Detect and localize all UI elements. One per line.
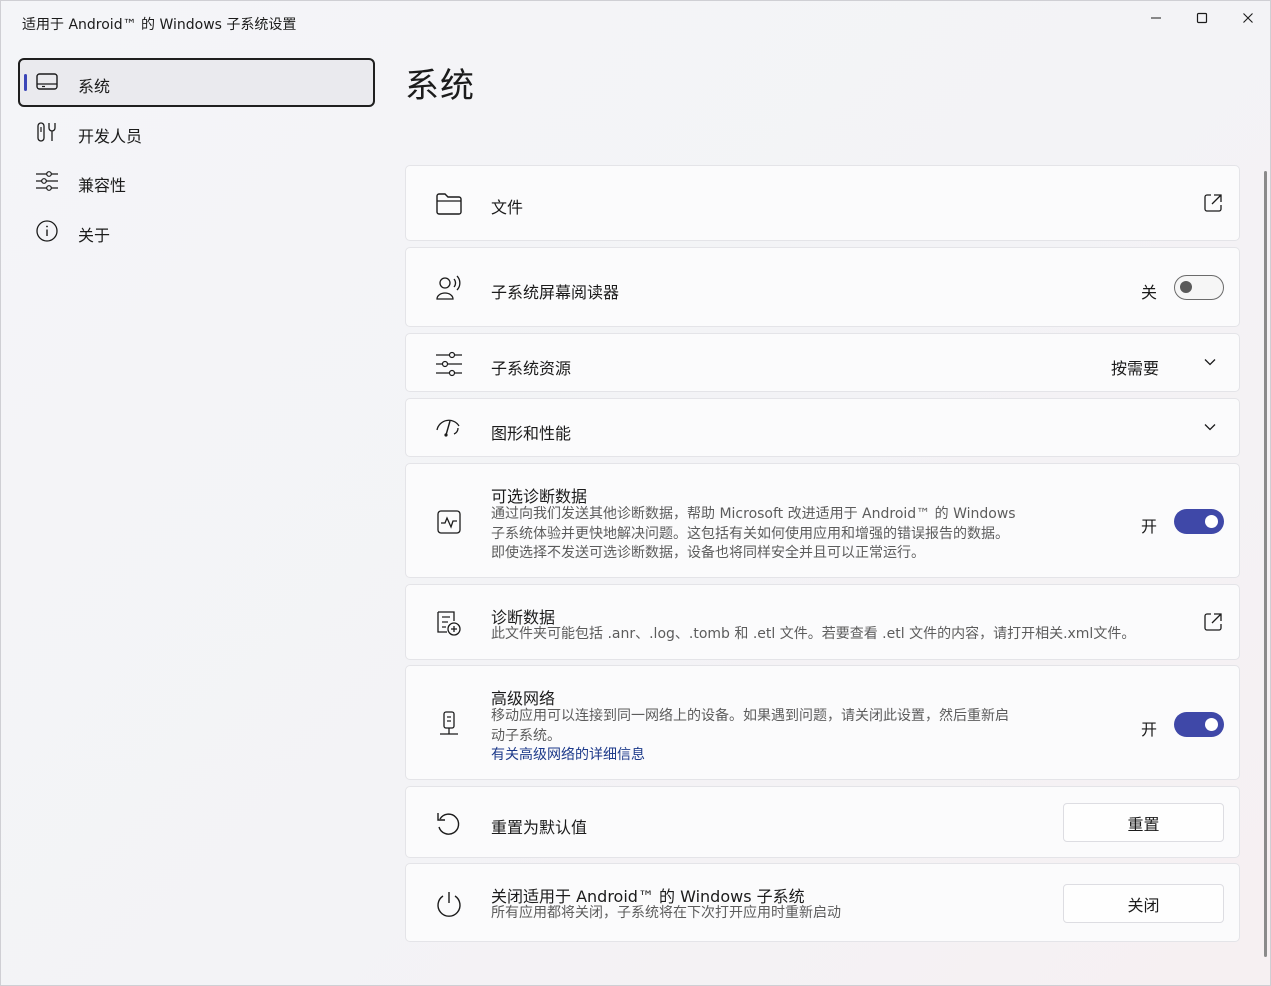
description-line: 通过向我们发送其他诊断数据，帮助 Microsoft 改进适用于 Android… <box>491 506 1016 522</box>
sidebar-item-system[interactable]: 系统 <box>18 58 375 107</box>
graphics-performance-title: 图形和性能 <box>491 424 572 443</box>
description-line: 即使选择不发送可选诊断数据，设备也将同样安全并且可以正常运行。 <box>491 545 925 561</box>
advanced-network-toggle[interactable] <box>1174 712 1224 737</box>
advanced-network-card: 高级网络 移动应用可以连接到同一网络上的设备。如果遇到问题，请关闭此设置，然后重… <box>405 665 1240 780</box>
shutdown-button[interactable]: 关闭 <box>1063 884 1224 923</box>
files-card[interactable]: 文件 <box>405 165 1240 241</box>
subsystem-resources-value[interactable]: 按需要 <box>1111 355 1159 379</box>
page-title: 系统 <box>405 66 475 106</box>
subsystem-resources-title: 子系统资源 <box>491 359 572 378</box>
toggle-knob <box>1205 515 1218 528</box>
close-button[interactable] <box>1225 1 1271 35</box>
description-line: 子系统体验并更快地解决问题。这包括有关如何使用应用和增强的错误报告的数据。 <box>491 525 1009 542</box>
screen-reader-title: 子系统屏幕阅读器 <box>491 283 620 302</box>
toggle-knob <box>1205 718 1218 731</box>
advanced-network-learn-more-link[interactable]: 有关高级网络的详细信息 <box>491 746 1051 766</box>
sidebar-item-label: 关于 <box>78 225 111 245</box>
sidebar-item-about[interactable]: 关于 <box>18 207 375 256</box>
sidebar-item-developer[interactable]: 开发人员 <box>18 108 375 157</box>
network-icon <box>440 711 458 735</box>
diagnostic-data-card[interactable]: 诊断数据 此文件夹可能包括 .anr、.log、.tomb 和 .etl 文件。… <box>405 584 1240 660</box>
files-title: 文件 <box>491 198 524 217</box>
screen-reader-icon <box>436 275 461 300</box>
open-external-icon[interactable] <box>1202 611 1224 633</box>
maximize-button[interactable] <box>1179 1 1225 35</box>
shutdown-card: 关闭适用于 Android™ 的 Windows 子系统 所有应用都将关闭，子系… <box>405 863 1240 942</box>
diagnostic-data-description: 此文件夹可能包括 .anr、.log、.tomb 和 .etl 文件。若要查看 … <box>491 626 1136 642</box>
sidebar-nav: 系统 开发人员 兼容性 关于 <box>18 58 375 256</box>
sidebar-item-compatibility[interactable]: 兼容性 <box>18 157 375 206</box>
diagnostic-data-icon <box>437 611 461 636</box>
chevron-down-icon[interactable] <box>1203 420 1217 434</box>
reset-card: 重置为默认值 重置 <box>405 786 1240 858</box>
performance-icon <box>436 419 460 437</box>
advanced-network-title: 高级网络 <box>491 689 556 708</box>
screen-reader-state: 关 <box>1141 283 1158 302</box>
screen-reader-card: 子系统屏幕阅读器 关 <box>405 247 1240 327</box>
advanced-network-state: 开 <box>1141 720 1158 739</box>
developer-tools-icon <box>37 121 56 142</box>
description-line: 动子系统。 <box>491 727 561 744</box>
settings-window: 适用于 Android™ 的 Windows 子系统设置 系统 开发人员 兼容性… <box>0 0 1271 986</box>
display-icon <box>36 73 58 90</box>
selection-indicator <box>24 74 27 91</box>
subsystem-resources-card[interactable]: 子系统资源 按需要 <box>405 333 1240 392</box>
scrollbar[interactable] <box>1264 171 1267 957</box>
window-title: 适用于 Android™ 的 Windows 子系统设置 <box>22 17 297 33</box>
advanced-network-description: 移动应用可以连接到同一网络上的设备。如果遇到问题，请关闭此设置，然后重新启 动子… <box>491 707 1051 766</box>
reset-icon <box>437 813 460 835</box>
sliders-icon <box>436 351 462 377</box>
minimize-button[interactable] <box>1133 1 1179 35</box>
optional-diagnostics-description: 通过向我们发送其他诊断数据，帮助 Microsoft 改进适用于 Android… <box>491 505 1061 564</box>
reset-button[interactable]: 重置 <box>1063 803 1224 842</box>
power-icon <box>437 892 461 917</box>
sliders-icon <box>36 171 58 191</box>
toggle-knob <box>1180 281 1192 293</box>
minimize-icon <box>1151 17 1161 19</box>
folder-icon <box>436 193 462 215</box>
sidebar-item-label: 系统 <box>78 77 111 96</box>
activity-icon <box>437 510 461 534</box>
reset-title: 重置为默认值 <box>491 818 588 837</box>
close-icon <box>1243 13 1253 23</box>
maximize-icon <box>1196 12 1208 24</box>
graphics-performance-card[interactable]: 图形和性能 <box>405 398 1240 457</box>
info-icon <box>36 219 58 242</box>
optional-diagnostics-title: 可选诊断数据 <box>491 487 588 506</box>
sidebar-item-label: 兼容性 <box>78 176 127 195</box>
optional-diagnostics-card: 可选诊断数据 通过向我们发送其他诊断数据，帮助 Microsoft 改进适用于 … <box>405 463 1240 578</box>
description-line: 移动应用可以连接到同一网络上的设备。如果遇到问题，请关闭此设置，然后重新启 <box>491 708 1009 724</box>
sidebar-item-label: 开发人员 <box>78 126 143 146</box>
screen-reader-toggle[interactable] <box>1174 275 1224 300</box>
optional-diagnostics-state: 开 <box>1141 517 1158 536</box>
title-bar: 适用于 Android™ 的 Windows 子系统设置 <box>1 1 1270 45</box>
open-external-icon[interactable] <box>1202 192 1224 214</box>
optional-diagnostics-toggle[interactable] <box>1174 509 1224 534</box>
chevron-down-icon[interactable] <box>1203 355 1217 369</box>
shutdown-description: 所有应用都将关闭，子系统将在下次打开应用时重新启动 <box>491 905 841 921</box>
